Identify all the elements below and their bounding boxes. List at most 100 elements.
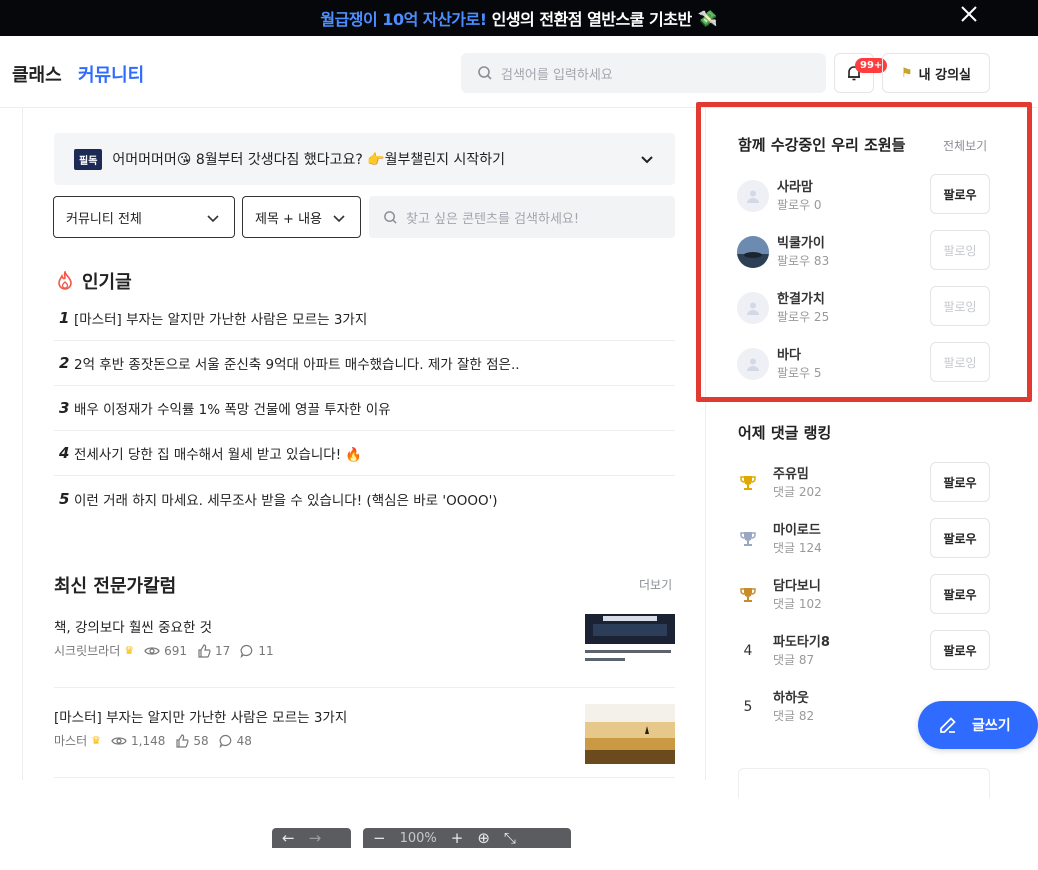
crown-icon: ♛ [124, 644, 135, 657]
scope-select[interactable]: 제목 + 내용 [242, 196, 361, 238]
ranking-name[interactable]: 파도타기8 [773, 631, 830, 650]
chevron-down-icon[interactable] [639, 151, 655, 167]
my-classroom-button[interactable]: ⚑ 내 강의실 [882, 53, 990, 93]
popular-item-text: 전세사기 당한 집 매수해서 월세 받고 있습니다! 🔥 [74, 447, 363, 463]
popular-rank: 2 [59, 354, 70, 372]
ranking-name[interactable]: 담다보니 [773, 575, 821, 594]
avatar[interactable] [737, 180, 769, 212]
eye-icon [111, 736, 127, 745]
nav-class[interactable]: 클래스 [12, 61, 62, 87]
category-select-value: 커뮤니티 전체 [66, 211, 142, 227]
column-thumbnail [585, 614, 675, 674]
nav-community[interactable]: 커뮤니티 [78, 61, 144, 87]
banner-highlight: 월급쟁이 10억 자산가로! [320, 10, 487, 29]
close-icon[interactable] [960, 4, 978, 29]
ranking-comments: 댓글 102 [773, 597, 822, 611]
fire-icon [58, 271, 72, 290]
flag-icon: ⚑ [900, 65, 913, 81]
more-link[interactable]: 더보기 [639, 576, 672, 593]
crown-icon: ♛ [91, 734, 101, 747]
view-all-link[interactable]: 전체보기 [943, 137, 987, 154]
likes-count: 17 [215, 643, 231, 658]
follow-button[interactable]: 팔로우 [930, 574, 990, 614]
avatar[interactable] [737, 348, 769, 380]
popular-item-text: 2억 후반 종잣돈으로 서울 준신축 9억대 아파트 매수했습니다. 제가 잘한… [74, 357, 520, 373]
member-name[interactable]: 사라맘 [777, 176, 813, 195]
avatar[interactable] [737, 292, 769, 324]
notice-text: 어머머머머😘 8월부터 갓생다짐 했다고요? 👉월부챌린지 시작하기 [112, 152, 506, 168]
thumbs-up-icon [176, 733, 189, 748]
zoom-controls: − 100% + ⊕ ⤡ [363, 828, 571, 848]
user-icon [747, 190, 759, 203]
following-button[interactable]: 팔로잉 [930, 230, 990, 270]
follow-button[interactable]: 팔로우 [930, 462, 990, 502]
banner-title: 인생의 전환점 열반스쿨 기초반 [486, 10, 693, 29]
follow-button[interactable]: 팔로우 [930, 630, 990, 670]
member-followers: 팔로우 83 [777, 254, 830, 268]
popular-title: 인기글 [82, 272, 132, 293]
arrow-right-icon[interactable]: → [309, 829, 322, 847]
popular-item[interactable]: 1 [마스터] 부자는 알지만 가난한 사람은 모르는 3가지 [54, 296, 675, 341]
ranking-comments: 댓글 124 [773, 541, 822, 555]
likes-stat: 58 [175, 733, 209, 748]
member-name[interactable]: 한결가치 [777, 288, 825, 307]
member-name[interactable]: 바다 [777, 344, 801, 363]
ranking-name[interactable]: 하하웃 [773, 687, 809, 706]
ranking-title: 어제 댓글 랭킹 [738, 424, 832, 442]
popular-rank: 4 [59, 444, 70, 462]
popular-item-text: [마스터] 부자는 알지만 가난한 사람은 모르는 3가지 [74, 312, 368, 328]
following-button[interactable]: 팔로잉 [930, 342, 990, 382]
comment-icon [219, 734, 231, 748]
search-input[interactable]: 검색어를 입력하세요 [461, 53, 826, 93]
member-name[interactable]: 빅쿨가이 [777, 232, 825, 251]
column-author: 시크릿브라더 [54, 644, 121, 658]
notice-bar[interactable]: 필독 어머머머머😘 8월부터 갓생다짐 했다고요? 👉월부챌린지 시작하기 [54, 133, 675, 185]
zoom-fit-icon[interactable]: ⊕ [477, 829, 490, 847]
arrow-left-icon[interactable]: ← [282, 829, 295, 847]
category-select[interactable]: 커뮤니티 전체 [53, 196, 235, 238]
user-icon [747, 302, 759, 315]
promo-banner[interactable]: 월급쟁이 10억 자산가로! 인생의 전환점 열반스쿨 기초반 💸 [0, 0, 1038, 36]
content-search-placeholder: 찾고 싶은 콘텐츠를 검색하세요! [406, 211, 580, 227]
avatar[interactable] [737, 236, 769, 268]
column-title: [마스터] 부자는 알지만 가난한 사람은 모르는 3가지 [54, 710, 348, 726]
ranking-comments: 댓글 87 [773, 653, 815, 667]
ranking-item: 4 파도타기8 댓글 87 팔로우 [737, 630, 990, 672]
column-section-title: 최신 전문가칼럼 [54, 576, 177, 597]
classmate-item: 한결가치 팔로우 25 팔로잉 [737, 286, 990, 328]
member-followers: 팔로우 25 [777, 310, 830, 324]
follow-button[interactable]: 팔로우 [930, 518, 990, 558]
ranking-comments: 댓글 82 [773, 709, 815, 723]
zoom-in-icon[interactable]: + [451, 829, 464, 847]
member-followers: 팔로우 0 [777, 198, 822, 212]
comments-count: 48 [236, 733, 252, 748]
popular-item-text: 배우 이정재가 수익률 1% 폭망 건물에 영끌 투자한 이유 [74, 402, 391, 418]
popular-item[interactable]: 3 배우 이정재가 수익률 1% 폭망 건물에 영끌 투자한 이유 [54, 386, 675, 431]
popular-item[interactable]: 5 이런 거래 하지 마세요. 세무조사 받을 수 있습니다! (핵심은 바로 '… [54, 476, 675, 521]
ranking-number: 4 [743, 643, 753, 659]
popular-item[interactable]: 4 전세사기 당한 집 매수해서 월세 받고 있습니다! 🔥 [54, 431, 675, 476]
follow-button[interactable]: 팔로우 [930, 174, 990, 214]
sidebar-card [738, 768, 990, 798]
following-button[interactable]: 팔로잉 [930, 286, 990, 326]
notification-button[interactable]: 99+ [834, 53, 888, 93]
expand-icon[interactable]: ⤡ [504, 829, 516, 847]
money-icon: 💸 [697, 8, 718, 28]
comments-count: 11 [258, 643, 274, 658]
write-post-button[interactable]: 글쓰기 [918, 701, 1038, 749]
user-icon [747, 358, 759, 371]
ranking-name[interactable]: 주유밈 [773, 463, 809, 482]
notice-tag: 필독 [74, 148, 103, 170]
zoom-out-icon[interactable]: − [373, 829, 386, 847]
content-search-input[interactable]: 찾고 싶은 콘텐츠를 검색하세요! [369, 196, 675, 238]
search-icon [384, 210, 397, 224]
ranking-name[interactable]: 마이로드 [773, 519, 821, 538]
popular-rank: 5 [59, 489, 70, 508]
popular-item[interactable]: 2 2억 후반 종잣돈으로 서울 준신축 9억대 아파트 매수했습니다. 제가 잘… [54, 341, 675, 386]
banner-text[interactable]: 월급쟁이 10억 자산가로! 인생의 전환점 열반스쿨 기초반 [320, 6, 693, 30]
column-title: 책, 강의보다 훨씬 중요한 것 [54, 620, 213, 636]
classmate-item: 빅쿨가이 팔로우 83 팔로잉 [737, 230, 990, 272]
classmate-item: 사라맘 팔로우 0 팔로우 [737, 174, 990, 216]
column-item[interactable]: [마스터] 부자는 알지만 가난한 사람은 모르는 3가지 마스터 ♛ 1,14… [54, 688, 675, 778]
column-item[interactable]: 책, 강의보다 훨씬 중요한 것 시크릿브라더 ♛ 691 17 11 [54, 598, 675, 688]
